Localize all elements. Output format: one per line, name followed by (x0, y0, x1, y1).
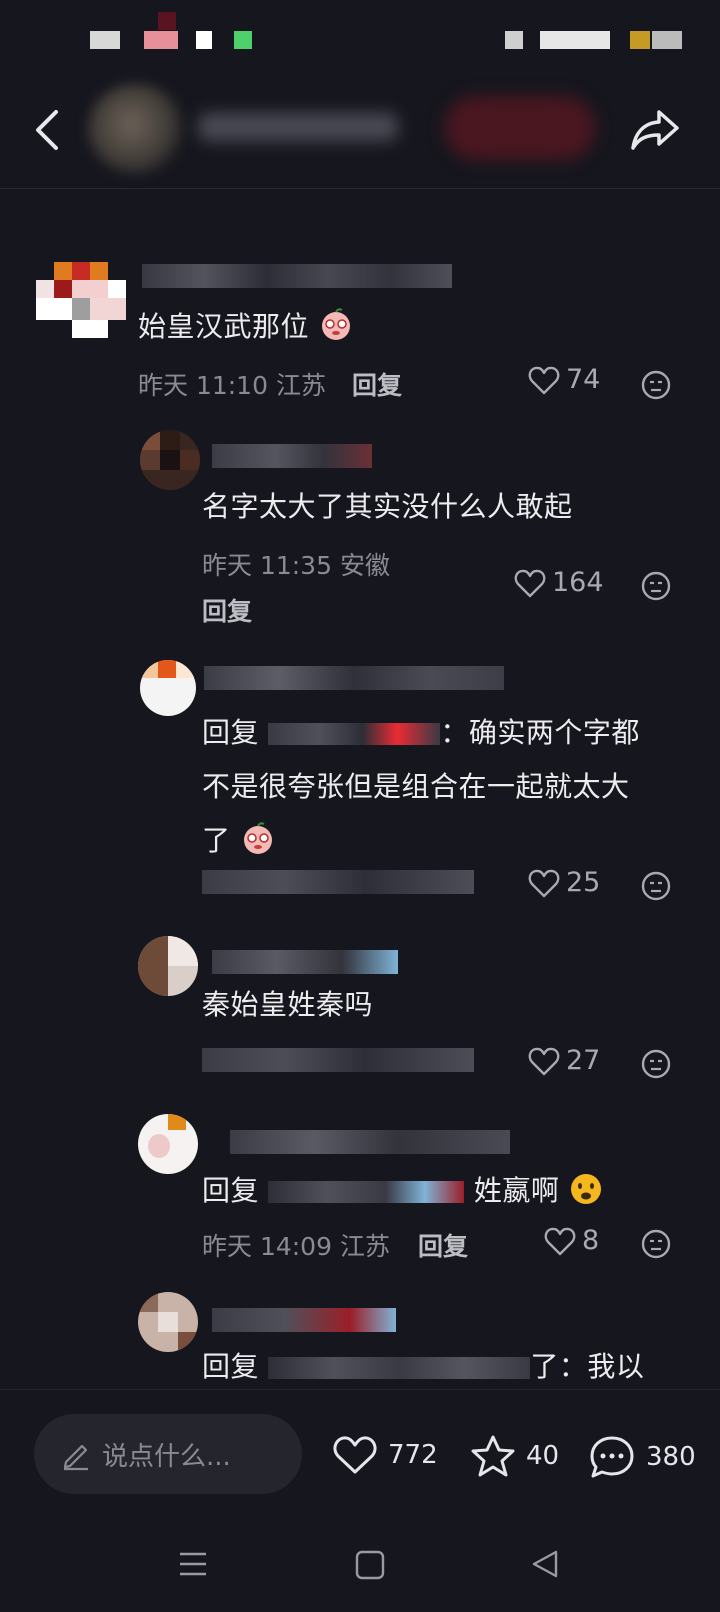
avatar[interactable] (36, 262, 126, 338)
username[interactable] (212, 950, 398, 974)
comment-text: 名字太大了其实没什么人敢起 (202, 490, 573, 523)
comment-meta: 昨天 11:10 江苏 (138, 371, 326, 400)
comment-text: 回复 ：确实两个字都 不是很夸张但是组合在一起就太大 了 (202, 716, 640, 857)
mentioned-username[interactable] (268, 1181, 465, 1203)
heart-icon (528, 869, 560, 897)
reply-button[interactable]: 回复 (202, 592, 252, 628)
comments-button[interactable]: 380 (588, 1434, 696, 1480)
pencil-icon (63, 1444, 88, 1471)
comment-text: 秦始皇姓秦吗 (202, 988, 374, 1021)
heart-icon (544, 1227, 576, 1255)
comment-meta: 昨天 11:35 安徽 (202, 551, 390, 580)
mentioned-username[interactable] (268, 723, 441, 745)
favorite-button[interactable]: 40 (470, 1434, 559, 1478)
menu-icon[interactable] (178, 1549, 208, 1579)
back-button[interactable] (22, 102, 70, 158)
reply-button[interactable]: 回复 (418, 1227, 468, 1263)
share-button[interactable] (625, 100, 685, 160)
chevron-left-icon (36, 110, 58, 150)
comment-input-placeholder: 说点什么... (102, 1441, 231, 1472)
heart-icon (514, 569, 546, 597)
username[interactable] (204, 666, 504, 690)
comment-meta (202, 870, 474, 894)
chat-bubble-icon (590, 1436, 634, 1478)
username[interactable] (212, 444, 372, 468)
emoji-reaction-icon[interactable] (640, 369, 672, 401)
username[interactable] (212, 1308, 396, 1332)
comment-meta (202, 1048, 474, 1072)
home-icon[interactable] (355, 1550, 385, 1580)
like-button[interactable]: 25 (528, 867, 600, 898)
like-button[interactable]: 27 (528, 1045, 600, 1076)
like-post-button[interactable]: 772 (332, 1434, 438, 1476)
heart-icon (333, 1436, 377, 1474)
like-button[interactable]: 74 (528, 364, 600, 395)
follow-button[interactable] (445, 96, 595, 160)
like-button[interactable]: 164 (514, 567, 604, 598)
avatar[interactable] (140, 430, 200, 490)
blush-face-emoji-icon (322, 308, 351, 340)
mentioned-username[interactable] (268, 1357, 531, 1379)
bottom-action-bar: 说点什么... 772 40 380 (0, 1389, 720, 1520)
heart-icon (528, 366, 560, 394)
comment-text: 回复 了：我以 (202, 1350, 645, 1383)
author-name[interactable] (198, 113, 398, 141)
comment-input[interactable]: 说点什么... (34, 1414, 302, 1494)
comment-meta: 昨天 14:09 江苏 (202, 1232, 390, 1261)
emoji-reaction-icon[interactable] (640, 570, 672, 602)
avatar[interactable] (138, 936, 198, 996)
header (0, 80, 720, 189)
back-nav-icon[interactable] (530, 1549, 560, 1579)
frown-face-emoji-icon (570, 1174, 601, 1204)
star-icon (471, 1435, 515, 1477)
blush-face-emoji-icon (243, 822, 272, 854)
share-icon (631, 110, 679, 150)
heart-icon (528, 1047, 560, 1075)
emoji-reaction-icon[interactable] (640, 1228, 672, 1260)
avatar[interactable] (138, 1114, 198, 1174)
username[interactable] (230, 1130, 510, 1154)
comment-text: 回复 姓嬴啊 (202, 1164, 603, 1218)
comment-text: 始皇汉武那位 (138, 300, 354, 354)
status-bar (0, 0, 720, 80)
author-avatar[interactable] (88, 84, 184, 174)
emoji-reaction-icon[interactable] (640, 1048, 672, 1080)
like-button[interactable]: 8 (544, 1225, 599, 1256)
system-navigation-bar (0, 1519, 720, 1612)
username[interactable] (142, 264, 452, 288)
reply-button[interactable]: 回复 (352, 366, 402, 402)
avatar[interactable] (138, 1292, 198, 1352)
avatar[interactable] (140, 660, 196, 716)
emoji-reaction-icon[interactable] (640, 870, 672, 902)
